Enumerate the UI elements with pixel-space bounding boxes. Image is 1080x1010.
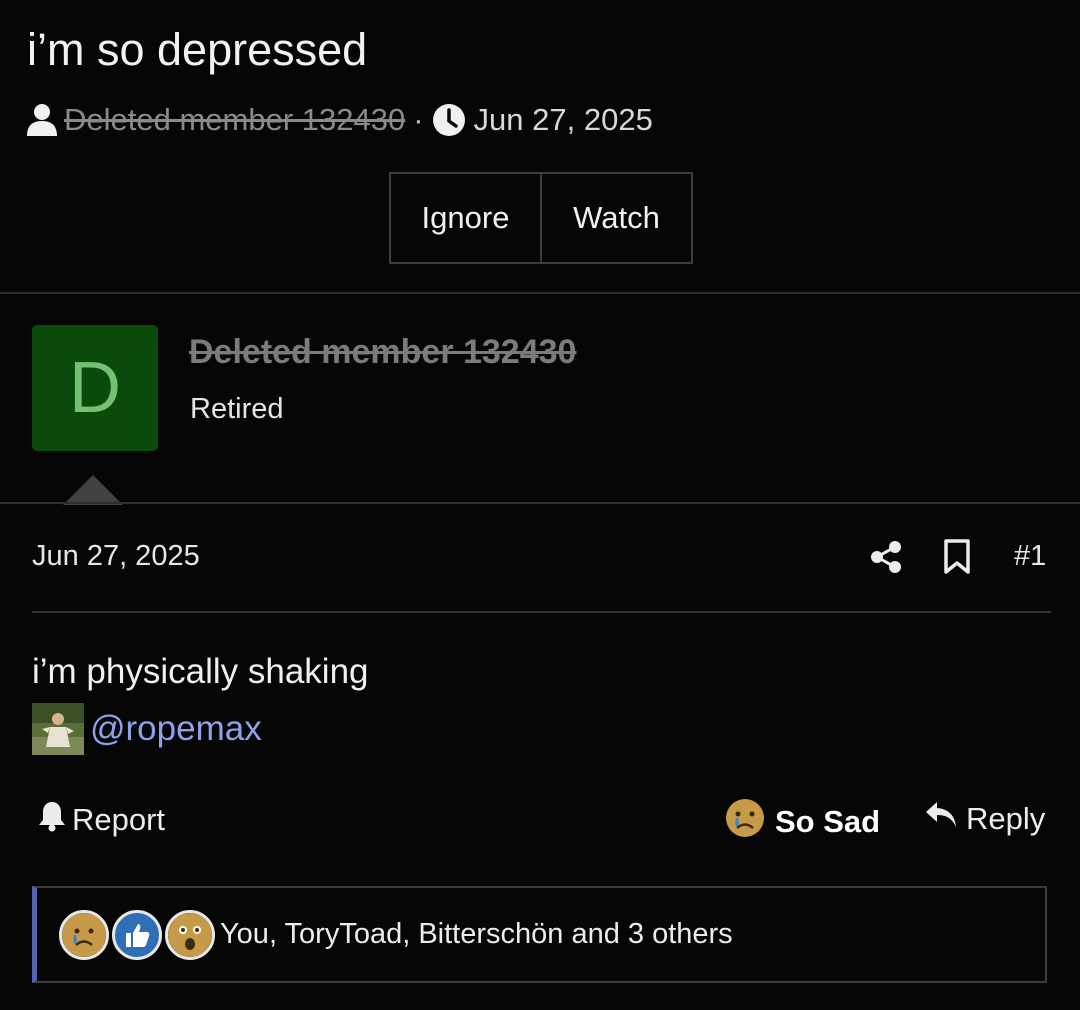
divider	[0, 292, 1080, 294]
report-label: Report	[72, 802, 166, 837]
post-username[interactable]: Deleted member 132430	[189, 333, 576, 372]
wow-icon	[165, 909, 215, 960]
divider	[0, 502, 1080, 504]
post-date[interactable]: Jun 27, 2025	[32, 540, 200, 573]
bookmark-icon[interactable]	[943, 539, 971, 580]
thread-title: i’m so depressed	[27, 24, 368, 75]
divider	[32, 611, 1051, 613]
post-body-text: i’m physically shaking	[32, 652, 369, 691]
report-button[interactable]: Report	[38, 800, 165, 840]
share-icon[interactable]	[870, 540, 902, 579]
user-title: Retired	[190, 393, 284, 425]
reactions-summary[interactable]: You, ToryToad, Bitterschön and 3 others	[220, 918, 733, 951]
user-mention[interactable]: @ropemax	[90, 709, 262, 749]
sad-emoji-icon	[725, 798, 765, 846]
reaction-icons	[59, 909, 218, 960]
thread-actions: Ignore Watch	[389, 172, 693, 264]
post-number[interactable]: #1	[1014, 540, 1046, 573]
avatar[interactable]: D	[32, 325, 158, 451]
clock-icon	[432, 103, 466, 137]
mention-avatar	[32, 703, 84, 755]
reactions-bar[interactable]: You, ToryToad, Bitterschön and 3 others	[32, 886, 1047, 983]
user-icon	[26, 103, 58, 137]
sad-emoji-icon	[59, 909, 109, 960]
user-arrow	[63, 475, 123, 505]
ignore-button[interactable]: Ignore	[391, 174, 542, 262]
reaction-button[interactable]: So Sad	[725, 798, 880, 846]
like-icon	[112, 909, 162, 960]
reply-icon	[924, 800, 966, 838]
thread-meta: Deleted member 132430 · Jun 27, 2025	[26, 100, 653, 140]
reply-button[interactable]: Reply	[924, 800, 1045, 838]
thread-date[interactable]: Jun 27, 2025	[474, 102, 653, 138]
watch-button[interactable]: Watch	[542, 174, 691, 262]
reaction-label: So Sad	[775, 804, 881, 839]
mention-row: @ropemax	[32, 703, 262, 755]
meta-separator: ·	[413, 102, 424, 137]
thread-author[interactable]: Deleted member 132430	[64, 102, 405, 138]
bell-icon	[38, 800, 72, 840]
reply-label: Reply	[966, 801, 1046, 836]
